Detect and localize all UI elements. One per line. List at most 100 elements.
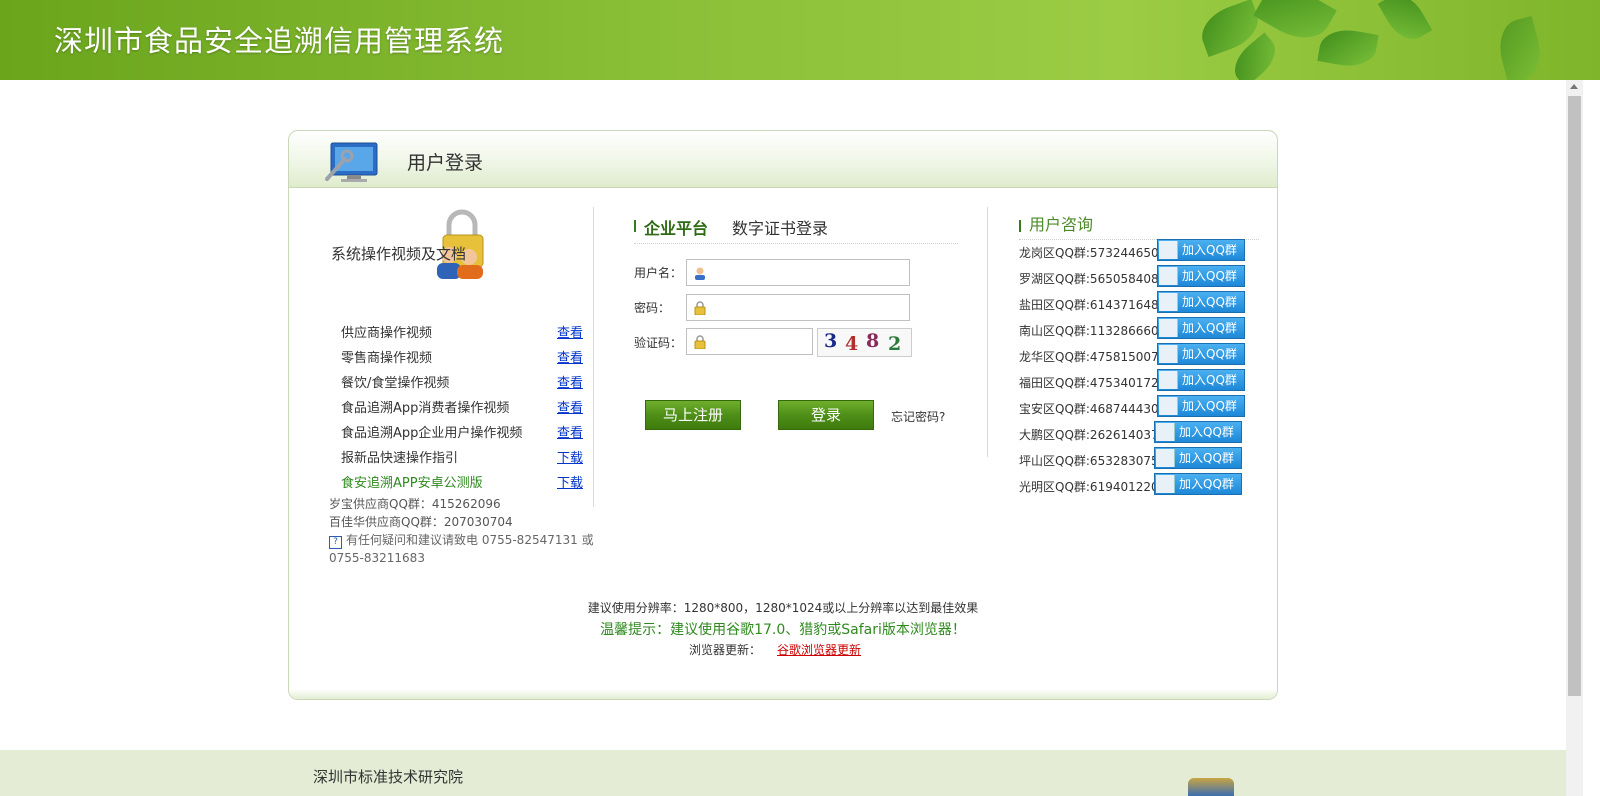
qq-group-icon xyxy=(1159,397,1178,415)
scroll-up-icon[interactable] xyxy=(1570,84,1578,89)
doc-label: 零售商操作视频 xyxy=(341,351,433,366)
qq-group-icon xyxy=(1156,475,1175,493)
qq-group-icon xyxy=(1156,449,1175,467)
join-qq-button[interactable]: 加入QQ群 xyxy=(1157,317,1245,339)
login-button[interactable]: 登录 xyxy=(778,400,874,430)
join-qq-label: 加入QQ群 xyxy=(1182,373,1237,387)
consult-title: 用户咨询 xyxy=(1029,215,1094,234)
login-tabs: 企业平台 数字证书登录 xyxy=(634,215,958,244)
qq-group-text: 南山区QQ群:113286660 xyxy=(1019,324,1159,338)
footer-org-name: 深圳市标准技术研究院 xyxy=(313,768,464,786)
browser-update-label: 浏览器更新： xyxy=(689,643,762,657)
join-qq-button[interactable]: 加入QQ群 xyxy=(1157,265,1245,287)
captcha-image[interactable]: 3 4 8 2 xyxy=(817,328,912,357)
panel-title: 用户登录 xyxy=(407,152,484,174)
qq-group-icon xyxy=(1159,241,1178,259)
qq-group-text: 坪山区QQ群:653283075 xyxy=(1019,454,1159,468)
help-text: ? 有任何疑问和建议请致电 0755-82547131 或 0755-832116… xyxy=(329,531,594,567)
captcha-digit: 8 xyxy=(866,330,880,352)
doc-download-link[interactable]: 下载 xyxy=(557,472,583,491)
help-contact: 有任何疑问和建议请致电 0755-82547131 或 0755-8321168… xyxy=(329,533,594,565)
doc-view-link[interactable]: 查看 xyxy=(557,422,583,441)
join-qq-label: 加入QQ群 xyxy=(1182,347,1237,361)
doc-label: 餐饮/食堂操作视频 xyxy=(341,376,450,391)
qq-group-text: 光明区QQ群:619401220 xyxy=(1019,480,1159,494)
lock-icon xyxy=(694,335,706,349)
doc-label: 食品追溯App消费者操作视频 xyxy=(341,401,510,416)
join-qq-button[interactable]: 加入QQ群 xyxy=(1157,239,1245,261)
doc-row: 食安追溯APP安卓公测版 下载 xyxy=(341,472,591,494)
doc-download-link[interactable]: 下载 xyxy=(557,447,583,466)
join-qq-label: 加入QQ群 xyxy=(1182,295,1237,309)
leaf-decoration xyxy=(1317,25,1379,71)
doc-view-link[interactable]: 查看 xyxy=(557,322,583,341)
join-qq-label: 加入QQ群 xyxy=(1179,451,1234,465)
doc-row: 零售商操作视频 查看 xyxy=(341,347,591,369)
captcha-label: 验证码： xyxy=(634,336,683,350)
join-qq-label: 加入QQ群 xyxy=(1179,477,1234,491)
doc-view-link[interactable]: 查看 xyxy=(557,347,583,366)
page-scrollbar[interactable] xyxy=(1566,80,1583,796)
doc-view-link[interactable]: 查看 xyxy=(557,397,583,416)
login-panel: 用户登录 系统操作视频及文档 供应商操作视频 查看 零售商操作视频 查看 餐饮/… xyxy=(288,130,1278,700)
qq-group-text: 宝安区QQ群:468744430 xyxy=(1019,402,1159,416)
join-qq-button[interactable]: 加入QQ群 xyxy=(1157,291,1245,313)
join-qq-label: 加入QQ群 xyxy=(1182,243,1237,257)
supplier-qq-info: 百佳华供应商QQ群：207030704 xyxy=(329,515,513,529)
leaf-decoration xyxy=(1377,0,1433,48)
join-qq-label: 加入QQ群 xyxy=(1182,269,1237,283)
lock-icon xyxy=(694,301,706,315)
qq-group-text: 福田区QQ群:475340172 xyxy=(1019,376,1159,390)
username-label: 用户名： xyxy=(634,266,683,280)
qq-group-icon xyxy=(1156,423,1175,441)
forgot-password-link[interactable]: 忘记密码? xyxy=(891,408,945,425)
docs-section-title: 系统操作视频及文档 xyxy=(331,245,467,263)
doc-label: 供应商操作视频 xyxy=(341,326,433,341)
join-qq-button[interactable]: 加入QQ群 xyxy=(1154,473,1242,495)
panel-header: 用户登录 xyxy=(289,131,1277,188)
captcha-digit: 3 xyxy=(824,330,838,352)
qq-group-icon xyxy=(1159,371,1178,389)
resolution-note: 建议使用分辨率：1280*800，1280*1024或以上分辨率以达到最佳效果 xyxy=(587,601,979,615)
captcha-digit: 4 xyxy=(845,333,859,355)
system-title: 深圳市食品安全追溯信用管理系统 xyxy=(54,24,505,58)
institute-logo-icon xyxy=(1188,778,1234,796)
register-button[interactable]: 马上注册 xyxy=(645,400,741,430)
user-icon xyxy=(695,267,705,280)
doc-row: 报新品快速操作指引 下载 xyxy=(341,447,591,469)
help-icon: ? xyxy=(329,536,342,549)
doc-view-link[interactable]: 查看 xyxy=(557,372,583,391)
doc-label: 食品追溯App企业用户操作视频 xyxy=(341,426,523,441)
chrome-update-link[interactable]: 谷歌浏览器更新 xyxy=(777,641,861,658)
join-qq-button[interactable]: 加入QQ群 xyxy=(1157,343,1245,365)
captcha-digit: 2 xyxy=(888,333,902,355)
browser-tip: 温馨提示：建议使用谷歌17.0、猎豹或Safari版本浏览器！ xyxy=(600,622,966,638)
join-qq-button[interactable]: 加入QQ群 xyxy=(1157,395,1245,417)
username-input[interactable] xyxy=(686,259,910,286)
supplier-qq-info: 岁宝供应商QQ群：415262096 xyxy=(329,497,501,511)
column-divider xyxy=(593,207,594,507)
captcha-input[interactable] xyxy=(686,328,813,355)
header-banner: 深圳市食品安全追溯信用管理系统 xyxy=(0,0,1600,80)
password-label: 密码： xyxy=(634,301,671,315)
qq-group-text: 龙华区QQ群:475815007 xyxy=(1019,350,1159,364)
tab-enterprise-platform[interactable]: 企业平台 xyxy=(644,215,708,239)
scroll-thumb[interactable] xyxy=(1568,96,1581,696)
page-footer: 深圳市标准技术研究院 xyxy=(0,750,1566,796)
password-input[interactable] xyxy=(686,294,910,321)
doc-row: 餐饮/食堂操作视频 查看 xyxy=(341,372,591,394)
join-qq-button[interactable]: 加入QQ群 xyxy=(1154,447,1242,469)
qq-group-text: 大鹏区QQ群:262614037 xyxy=(1019,428,1159,442)
join-qq-button[interactable]: 加入QQ群 xyxy=(1157,369,1245,391)
qq-group-icon xyxy=(1159,319,1178,337)
join-qq-label: 加入QQ群 xyxy=(1182,321,1237,335)
join-qq-label: 加入QQ群 xyxy=(1182,399,1237,413)
monitor-wrench-icon xyxy=(325,142,378,182)
qq-group-icon xyxy=(1159,293,1178,311)
consult-marker xyxy=(1019,220,1021,232)
join-qq-button[interactable]: 加入QQ群 xyxy=(1154,421,1242,443)
qq-group-text: 盐田区QQ群:614371648 xyxy=(1019,298,1159,312)
qq-group-text: 罗湖区QQ群:565058408 xyxy=(1019,272,1159,286)
tab-marker xyxy=(634,220,636,232)
tab-digital-certificate[interactable]: 数字证书登录 xyxy=(732,215,828,239)
